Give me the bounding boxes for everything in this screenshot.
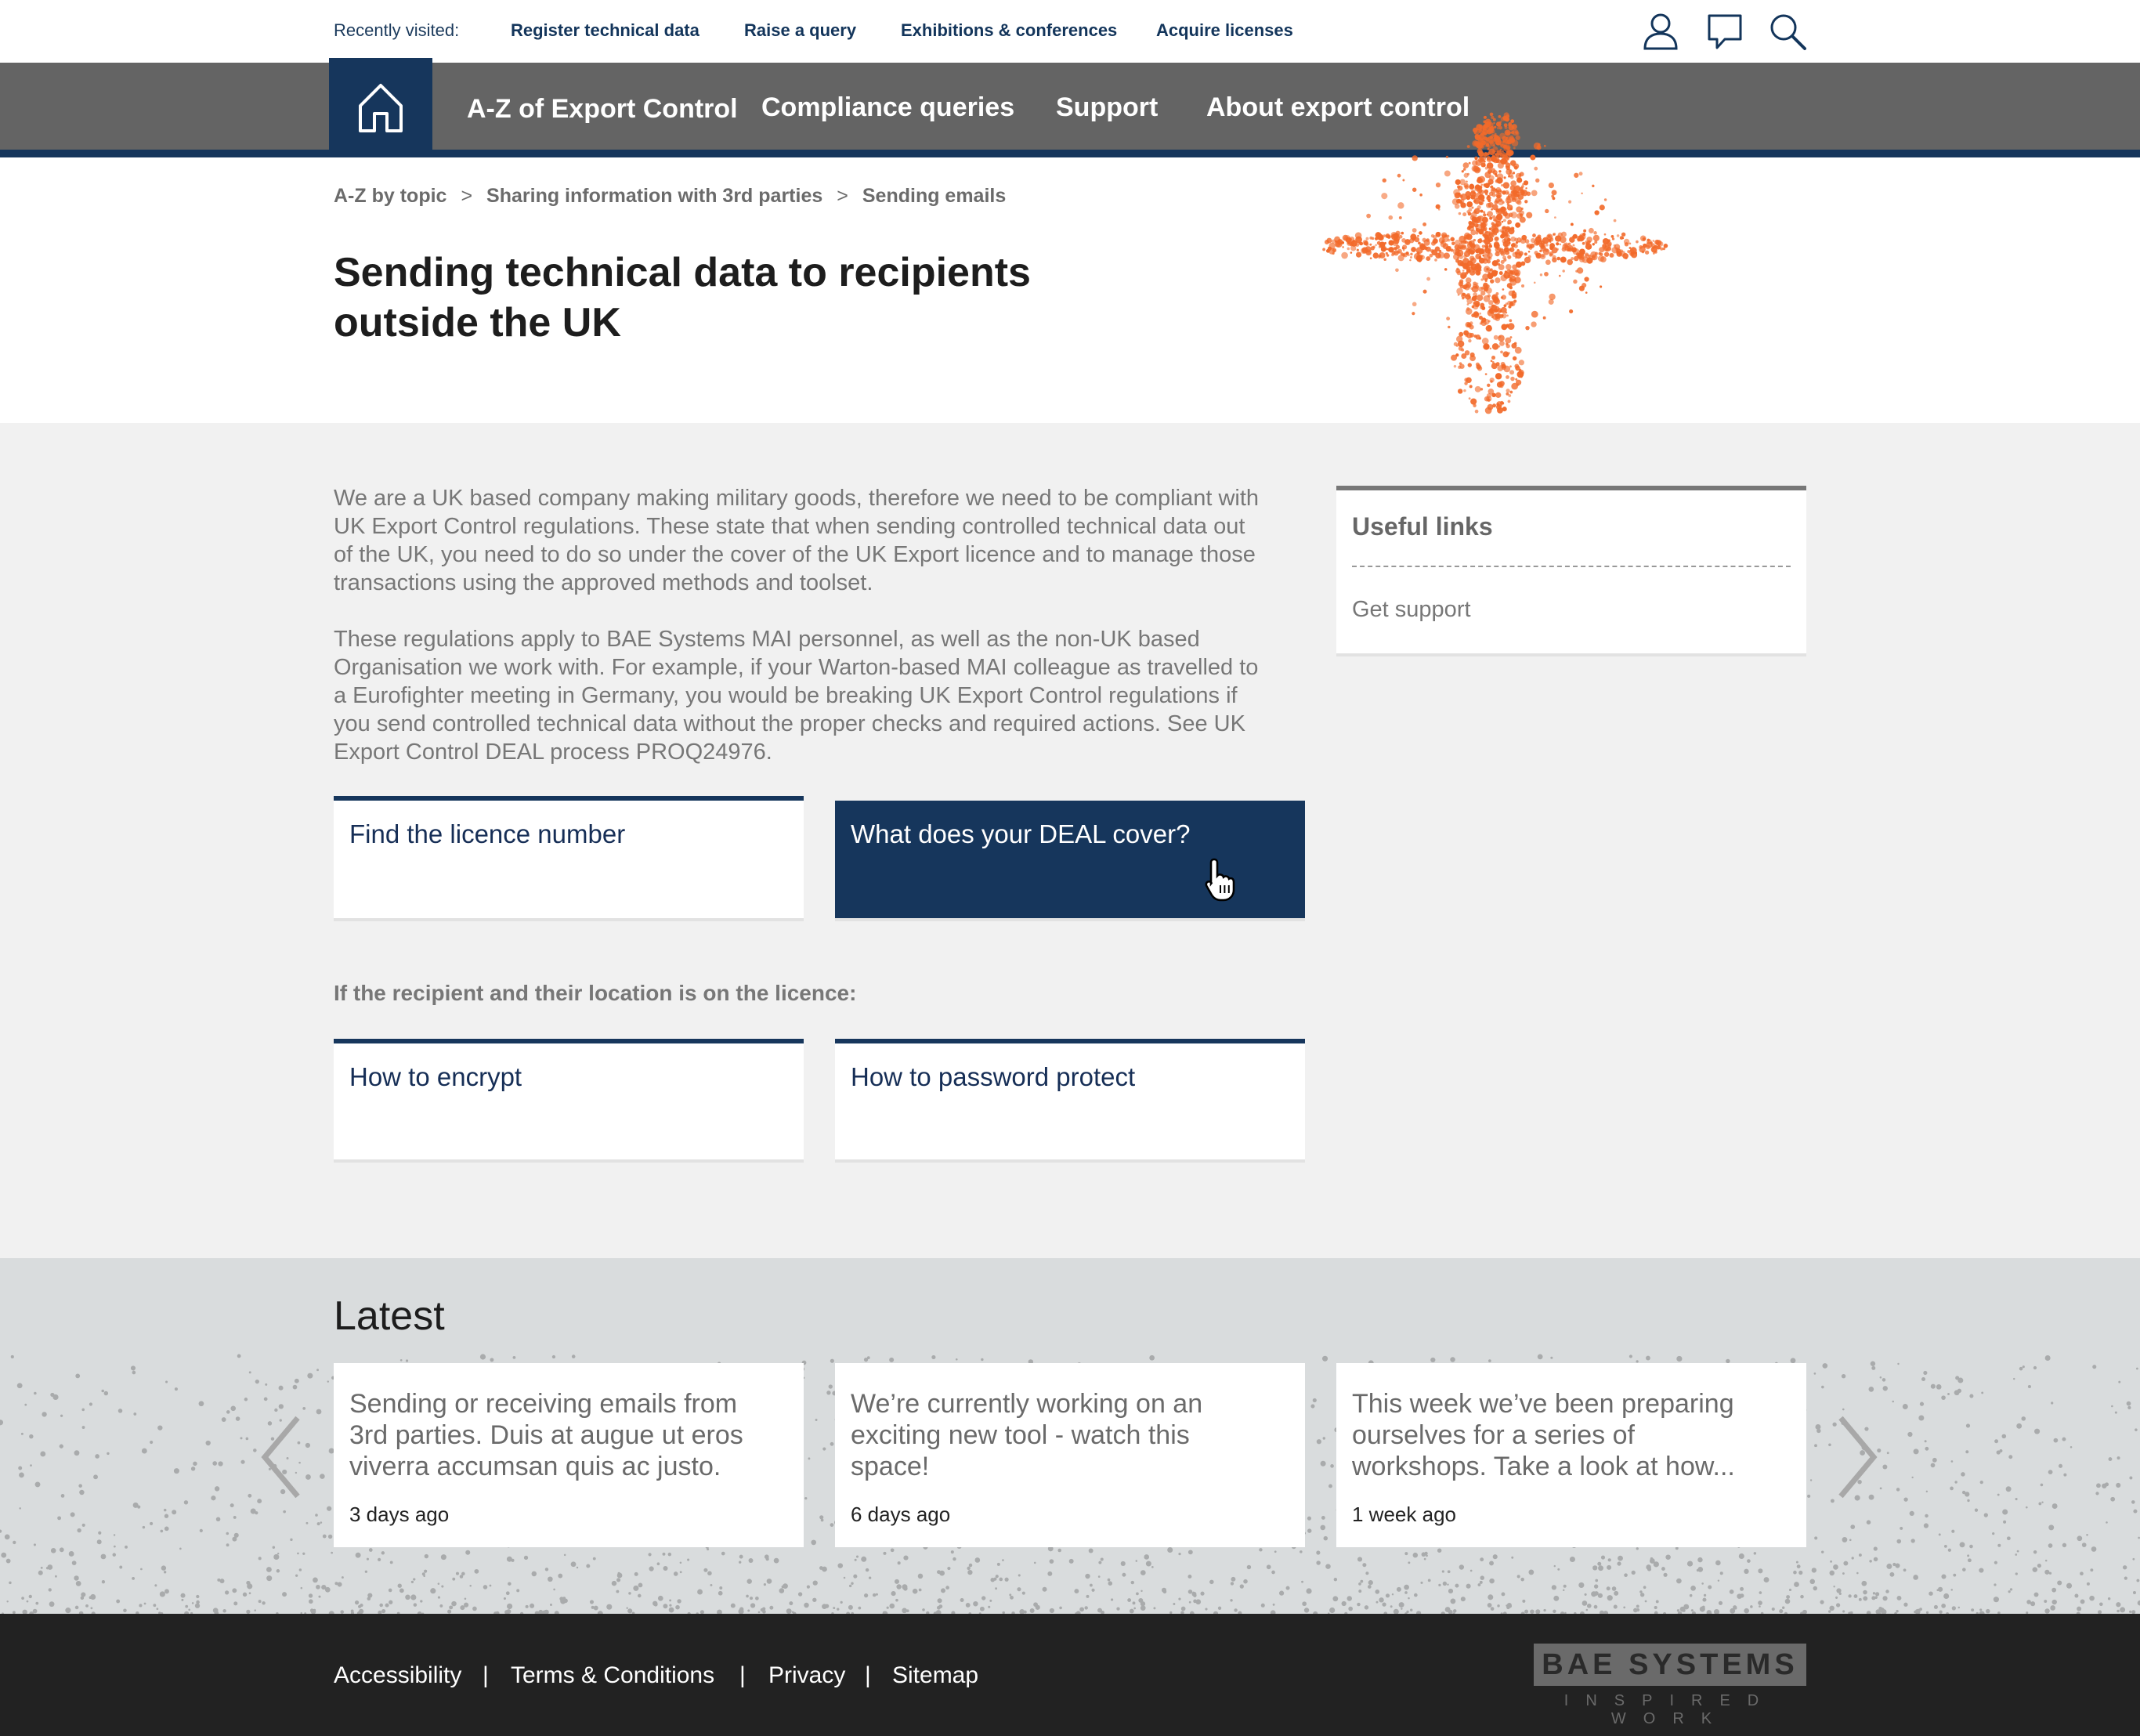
intro-paragraph-2: These regulations apply to BAE Systems M…: [334, 625, 1305, 766]
footer-separator: |: [865, 1662, 871, 1688]
intro-line: UK Export Control regulations. These sta…: [334, 514, 1245, 539]
news-line: exciting new tool - watch this: [851, 1420, 1190, 1450]
news-text: We’re currently working on an exciting n…: [851, 1388, 1289, 1482]
nav-support[interactable]: Support: [1056, 92, 1158, 123]
news-timestamp: 1 week ago: [1352, 1503, 1456, 1526]
hand-pointer-cursor-icon: [1205, 858, 1235, 902]
news-line: 3rd parties. Duis at augue ut eros: [349, 1420, 743, 1450]
nav-a-z-of-export-control[interactable]: A-Z of Export Control: [467, 94, 738, 125]
card-label: What does your DEAL cover?: [851, 819, 1191, 848]
intro-line: transactions using the approved methods …: [334, 570, 873, 595]
breadcrumb-item-a-z-by-topic[interactable]: A-Z by topic: [334, 185, 446, 207]
recent-link-raise-a-query[interactable]: Raise a query: [744, 20, 856, 41]
breadcrumb-separator: >: [461, 185, 473, 207]
intro-line: We are a UK based company making militar…: [334, 486, 1260, 511]
news-text: Sending or receiving emails from 3rd par…: [349, 1388, 788, 1482]
card-how-to-encrypt[interactable]: How to encrypt: [334, 1039, 804, 1159]
card-how-to-password-protect[interactable]: How to password protect: [835, 1039, 1305, 1159]
card-label: How to encrypt: [349, 1062, 522, 1091]
useful-links-title: Useful links: [1352, 512, 1493, 541]
news-card[interactable]: This week we’ve been preparing ourselves…: [1336, 1363, 1806, 1547]
intro-line: Export Control DEAL process PROQ24976.: [334, 740, 772, 765]
news-line: This week we’ve been preparing: [1352, 1389, 1734, 1419]
chevron-left-icon[interactable]: [258, 1410, 305, 1504]
footer-link-sitemap[interactable]: Sitemap: [892, 1662, 978, 1689]
footer-link-terms-conditions[interactable]: Terms & Conditions: [511, 1662, 714, 1689]
card-label: How to password protect: [851, 1062, 1136, 1091]
news-card[interactable]: Sending or receiving emails from 3rd par…: [334, 1363, 804, 1547]
news-card[interactable]: We’re currently working on an exciting n…: [835, 1363, 1305, 1547]
intro-paragraph-1: We are a UK based company making militar…: [334, 484, 1305, 597]
intro-line: These regulations apply to BAE Systems M…: [334, 627, 1200, 652]
card-label: Find the licence number: [349, 819, 626, 848]
intro-line: Organisation we work with. For example, …: [334, 655, 1259, 680]
recent-link-register-technical-data[interactable]: Register technical data: [511, 20, 699, 41]
search-icon[interactable]: [1767, 11, 1808, 52]
card-find-licence-number[interactable]: Find the licence number: [334, 796, 804, 918]
news-line: ourselves for a series of: [1352, 1420, 1635, 1450]
footer-link-accessibility[interactable]: Accessibility: [334, 1662, 461, 1689]
footer-separator: |: [739, 1662, 746, 1688]
page-title-line-1: Sending technical data to recipients: [334, 250, 1031, 295]
breadcrumb-item-sending-emails[interactable]: Sending emails: [862, 185, 1006, 207]
logo-tagline: INSPIRED WORK: [1563, 1692, 1777, 1727]
home-icon: [359, 83, 403, 132]
page-title: Sending technical data to recipients out…: [334, 248, 1039, 348]
divider: [1352, 566, 1791, 567]
page-title-line-2: outside the UK: [334, 300, 621, 345]
news-timestamp: 6 days ago: [851, 1503, 951, 1526]
news-line: We’re currently working on an: [851, 1389, 1203, 1419]
recent-link-exhibitions[interactable]: Exhibitions & conferences: [901, 20, 1117, 41]
news-line: Sending or receiving emails from: [349, 1389, 738, 1419]
home-button[interactable]: [329, 58, 432, 157]
news-text: This week we’ve been preparing ourselves…: [1352, 1388, 1791, 1482]
recent-link-acquire-licenses[interactable]: Acquire licenses: [1156, 20, 1293, 41]
nav-compliance-queries[interactable]: Compliance queries: [761, 92, 1014, 123]
intro-line: a Eurofighter meeting in Germany, you wo…: [334, 683, 1238, 708]
hero-particle-figure-illustration: [1322, 112, 1668, 414]
footer: [0, 1614, 2140, 1736]
comment-icon[interactable]: [1704, 11, 1745, 52]
news-timestamp: 3 days ago: [349, 1503, 450, 1526]
breadcrumb: A-Z by topic > Sharing information with 3r…: [334, 185, 1006, 208]
recipient-on-licence-label: If the recipient and their location is o…: [334, 981, 857, 1005]
news-line: workshops. Take a look at how...: [1352, 1452, 1735, 1481]
news-line: viverra accumsan quis ac justo.: [349, 1452, 721, 1481]
latest-title: Latest: [334, 1293, 445, 1339]
user-icon[interactable]: [1640, 11, 1681, 52]
footer-link-privacy[interactable]: Privacy: [768, 1662, 845, 1689]
card-what-does-your-deal-cover[interactable]: What does your DEAL cover?: [835, 796, 1305, 918]
useful-link-get-support[interactable]: Get support: [1352, 597, 1471, 623]
useful-links-panel: Useful links Get support: [1336, 486, 1806, 653]
intro-line: of the UK, you need to do so under the c…: [334, 542, 1256, 567]
logo-wordmark: BAE SYSTEMS: [1542, 1648, 1798, 1681]
news-line: space!: [851, 1452, 930, 1481]
bae-systems-logo[interactable]: BAE SYSTEMS INSPIRED WORK: [1534, 1644, 1806, 1727]
intro-line: you send controlled technical data witho…: [334, 711, 1245, 736]
chevron-right-icon[interactable]: [1833, 1410, 1880, 1504]
footer-separator: |: [483, 1662, 489, 1688]
breadcrumb-separator: >: [837, 185, 848, 207]
breadcrumb-item-sharing-information[interactable]: Sharing information with 3rd parties: [486, 185, 822, 207]
recently-visited-label: Recently visited:: [334, 20, 460, 40]
